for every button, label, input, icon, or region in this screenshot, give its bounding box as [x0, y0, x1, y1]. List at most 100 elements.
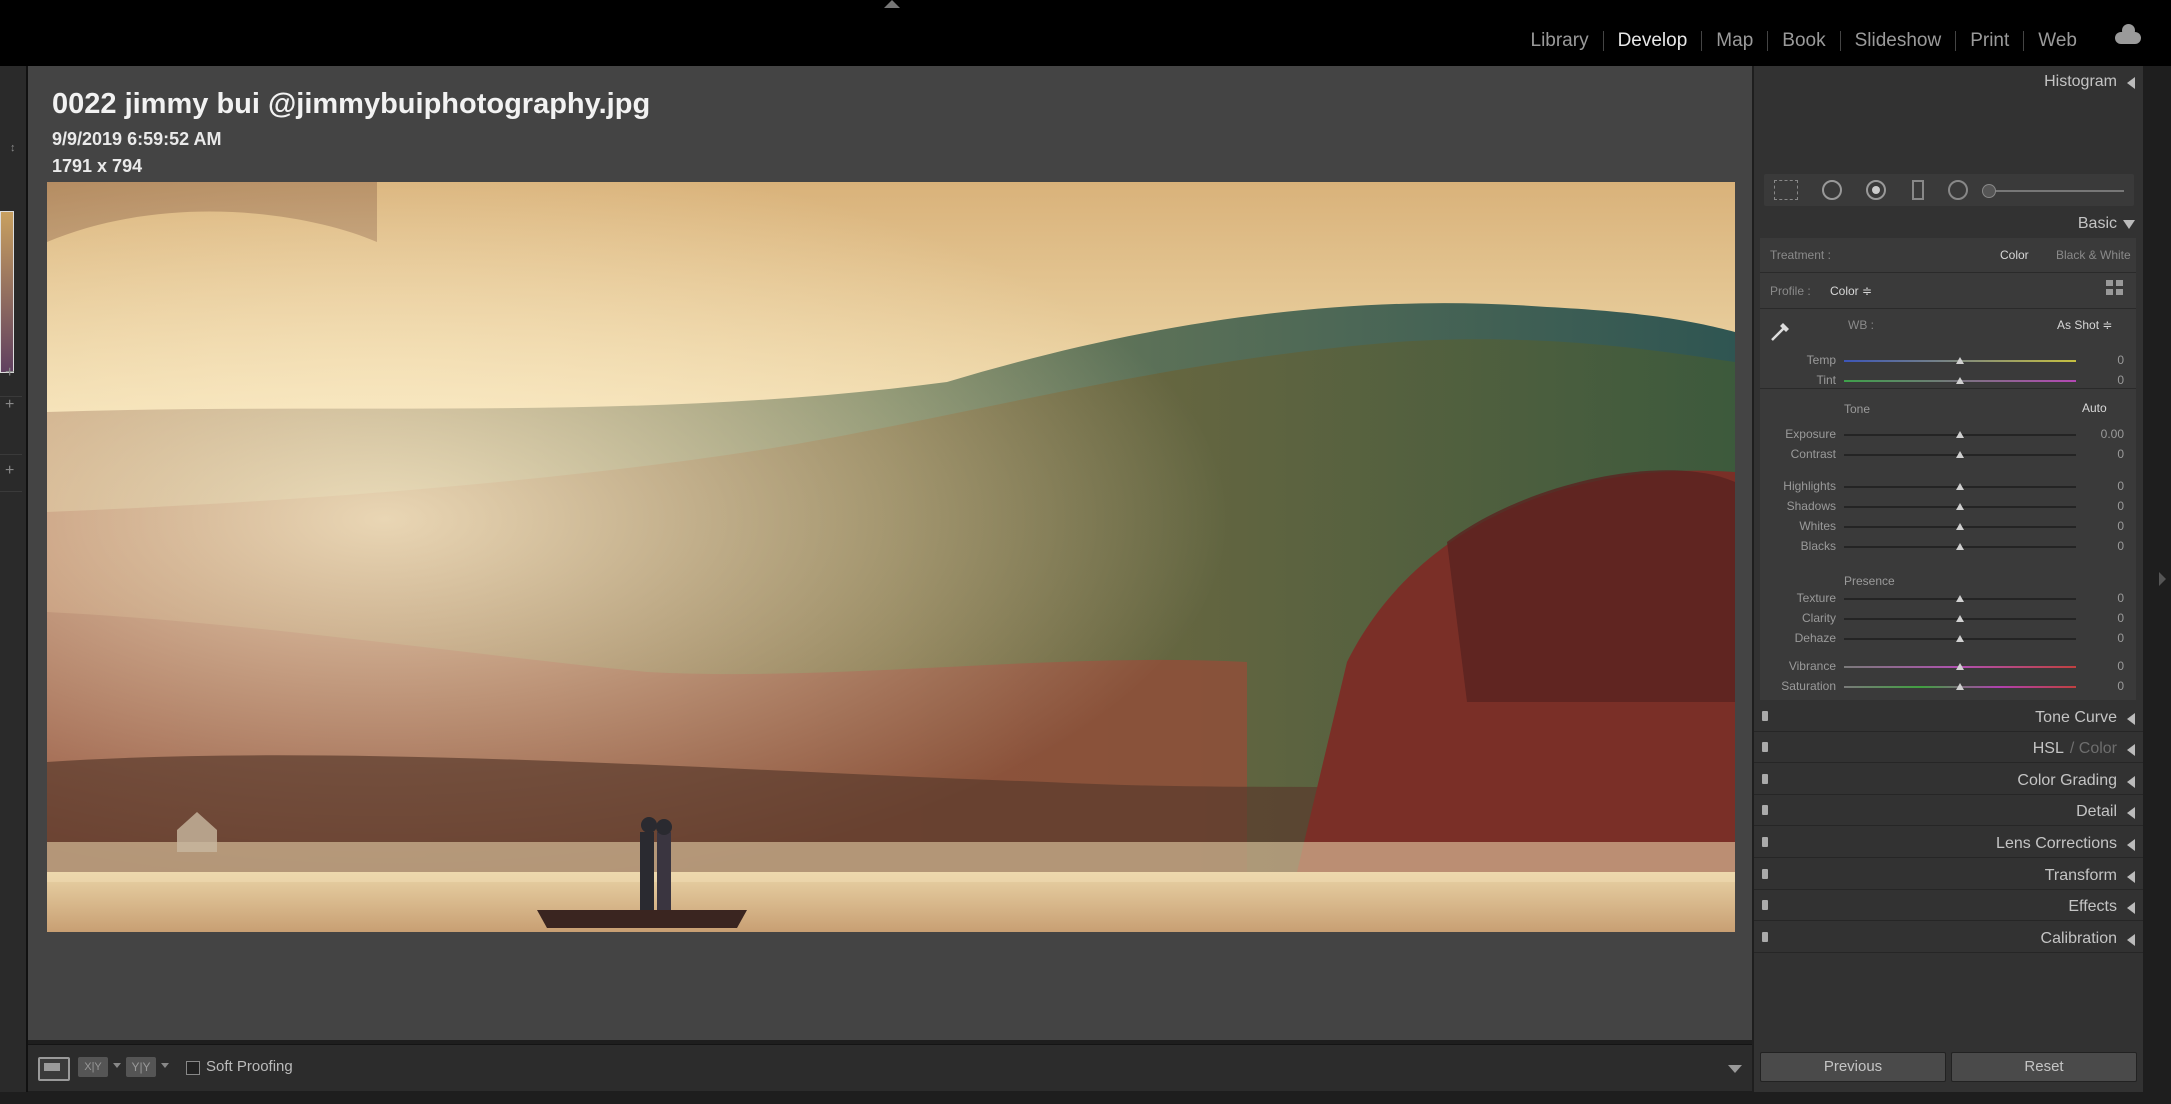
- toolbar-content-menu-icon[interactable]: [1728, 1065, 1742, 1073]
- loupe-view-button[interactable]: [38, 1057, 70, 1081]
- treatment-bw-option[interactable]: Black & White: [2056, 248, 2131, 262]
- collapse-arrow-icon[interactable]: [2127, 902, 2135, 914]
- temp-slider-thumb[interactable]: [1956, 357, 1964, 364]
- white-balance-picker-icon[interactable]: [1768, 318, 1794, 344]
- collapse-arrow-icon[interactable]: [2127, 713, 2135, 725]
- exposure-slider-thumb[interactable]: [1956, 431, 1964, 438]
- expand-arrow-icon[interactable]: [2123, 220, 2135, 229]
- reset-button[interactable]: Reset: [1951, 1052, 2137, 1082]
- panel-title: HSL / Color: [2033, 740, 2117, 758]
- image-canvas[interactable]: 0022 jimmy bui @jimmybuiphotography.jpg …: [28, 66, 1752, 1040]
- module-develop[interactable]: Develop: [1604, 30, 1702, 52]
- hsl-color-suffix[interactable]: / Color: [2070, 740, 2117, 757]
- collapse-arrow-icon[interactable]: [2127, 744, 2135, 756]
- texture-value[interactable]: 0: [2084, 591, 2124, 605]
- tone-curve-panel-header[interactable]: Tone Curve: [1754, 702, 2143, 732]
- panel-title: Effects: [2068, 898, 2117, 916]
- dehaze-value[interactable]: 0: [2084, 631, 2124, 645]
- profile-browser-grid-icon[interactable]: [2106, 280, 2124, 296]
- module-library[interactable]: Library: [1517, 30, 1603, 52]
- whites-slider-thumb[interactable]: [1956, 523, 1964, 530]
- calibration-toggle-switch[interactable]: [1762, 932, 1768, 942]
- right-panel-toggle-icon[interactable]: [2159, 572, 2166, 586]
- collapse-arrow-icon[interactable]: [2127, 807, 2135, 819]
- detail-panel-header[interactable]: Detail: [1754, 796, 2143, 826]
- module-slideshow[interactable]: Slideshow: [1841, 30, 1956, 52]
- whites-value[interactable]: 0: [2084, 519, 2124, 533]
- detail-toggle-switch[interactable]: [1762, 805, 1768, 815]
- transform-toggle-switch[interactable]: [1762, 869, 1768, 879]
- cloud-sync-icon[interactable]: [2115, 24, 2141, 44]
- lens-corrections-toggle-switch[interactable]: [1762, 837, 1768, 847]
- vibrance-value[interactable]: 0: [2084, 659, 2124, 673]
- photo-preview[interactable]: [47, 182, 1735, 932]
- tint-value[interactable]: 0: [2084, 373, 2124, 387]
- color-grading-panel-header[interactable]: Color Grading: [1754, 765, 2143, 795]
- histogram-panel-header[interactable]: Histogram: [1754, 66, 2143, 96]
- lens-corrections-panel-header[interactable]: Lens Corrections: [1754, 828, 2143, 858]
- shadows-value[interactable]: 0: [2084, 499, 2124, 513]
- compare-view-button[interactable]: X|Y: [78, 1057, 108, 1077]
- module-map[interactable]: Map: [1702, 30, 1767, 52]
- contrast-slider-thumb[interactable]: [1956, 451, 1964, 458]
- hsl-toggle-switch[interactable]: [1762, 742, 1768, 752]
- blacks-label: Blacks: [1800, 539, 1836, 553]
- add-preset-icon[interactable]: +: [5, 364, 14, 382]
- add-collection-icon[interactable]: +: [5, 462, 14, 480]
- shadows-slider-thumb[interactable]: [1956, 503, 1964, 510]
- saturation-value[interactable]: 0: [2084, 679, 2124, 693]
- profile-select[interactable]: Color ≑: [1830, 284, 1872, 298]
- panel-title-text: Lens Corrections: [1996, 835, 2117, 852]
- collapse-arrow-icon[interactable]: [2127, 77, 2135, 89]
- color-grading-toggle-switch[interactable]: [1762, 774, 1768, 784]
- hsl-panel-header[interactable]: HSL / Color: [1754, 733, 2143, 763]
- clarity-slider-thumb[interactable]: [1956, 615, 1964, 622]
- tone-curve-toggle-switch[interactable]: [1762, 711, 1768, 721]
- effects-toggle-switch[interactable]: [1762, 900, 1768, 910]
- dehaze-slider-thumb[interactable]: [1956, 635, 1964, 642]
- basic-panel-header[interactable]: Basic: [1754, 208, 2143, 238]
- red-eye-tool-icon[interactable]: [1866, 180, 1886, 200]
- crop-tool-icon[interactable]: [1774, 180, 1798, 200]
- radial-filter-tool-icon[interactable]: [1948, 180, 1968, 200]
- exposure-value[interactable]: 0.00: [2084, 427, 2124, 441]
- collapse-arrow-icon[interactable]: [2127, 839, 2135, 851]
- collapse-arrow-icon[interactable]: [2127, 776, 2135, 788]
- brush-size-slider-thumb[interactable]: [1982, 184, 1996, 198]
- vibrance-slider-thumb[interactable]: [1956, 663, 1964, 670]
- temp-value[interactable]: 0: [2084, 353, 2124, 367]
- top-panel-toggle-icon[interactable]: [884, 0, 900, 8]
- spot-removal-tool-icon[interactable]: [1822, 180, 1842, 200]
- scroll-arrows-icon[interactable]: ↕: [10, 142, 16, 154]
- transform-panel-header[interactable]: Transform: [1754, 860, 2143, 890]
- soft-proofing-checkbox[interactable]: [186, 1061, 200, 1075]
- highlights-value[interactable]: 0: [2084, 479, 2124, 493]
- navigator-thumbnail[interactable]: [0, 211, 14, 373]
- clarity-value[interactable]: 0: [2084, 611, 2124, 625]
- collapse-arrow-icon[interactable]: [2127, 934, 2135, 946]
- auto-tone-button[interactable]: Auto: [2082, 401, 2107, 415]
- compare-menu-arrow-icon[interactable]: [113, 1063, 121, 1068]
- texture-slider-thumb[interactable]: [1956, 595, 1964, 602]
- saturation-slider-thumb[interactable]: [1956, 683, 1964, 690]
- before-after-view-button[interactable]: Y|Y: [126, 1057, 156, 1077]
- calibration-panel-header[interactable]: Calibration: [1754, 923, 2143, 953]
- module-print[interactable]: Print: [1956, 30, 2023, 52]
- highlights-slider-thumb[interactable]: [1956, 483, 1964, 490]
- contrast-value[interactable]: 0: [2084, 447, 2124, 461]
- brush-size-slider[interactable]: [1984, 190, 2124, 192]
- module-book[interactable]: Book: [1768, 30, 1839, 52]
- add-snapshot-icon[interactable]: +: [5, 396, 14, 414]
- panel-title: Tone Curve: [2035, 709, 2117, 727]
- previous-button[interactable]: Previous: [1760, 1052, 1946, 1082]
- blacks-value[interactable]: 0: [2084, 539, 2124, 553]
- module-web[interactable]: Web: [2024, 30, 2091, 52]
- wb-select[interactable]: As Shot ≑: [2057, 318, 2112, 332]
- treatment-color-option[interactable]: Color: [2000, 248, 2029, 262]
- before-after-menu-arrow-icon[interactable]: [161, 1063, 169, 1068]
- tint-slider-thumb[interactable]: [1956, 377, 1964, 384]
- blacks-slider-thumb[interactable]: [1956, 543, 1964, 550]
- graduated-filter-tool-icon[interactable]: [1912, 180, 1924, 200]
- collapse-arrow-icon[interactable]: [2127, 871, 2135, 883]
- effects-panel-header[interactable]: Effects: [1754, 891, 2143, 921]
